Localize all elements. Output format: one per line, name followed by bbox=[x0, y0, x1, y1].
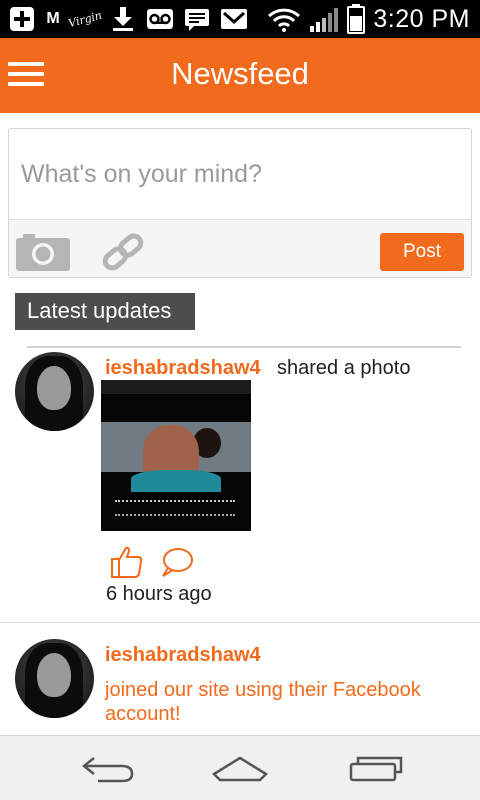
message-icon bbox=[183, 7, 211, 31]
divider bbox=[27, 346, 461, 348]
section-label: Latest updates bbox=[15, 293, 195, 330]
post-composer: Post bbox=[8, 128, 472, 278]
add-icon bbox=[8, 7, 36, 31]
page-title: Newsfeed bbox=[171, 56, 309, 91]
feed-action: shared a photo bbox=[277, 357, 411, 379]
back-icon[interactable] bbox=[78, 750, 138, 786]
battery-icon bbox=[347, 4, 366, 34]
comment-icon[interactable] bbox=[160, 547, 194, 579]
status-input[interactable] bbox=[9, 129, 471, 219]
voicemail-icon bbox=[146, 7, 174, 31]
avatar[interactable] bbox=[15, 639, 94, 718]
signal-icon bbox=[309, 7, 339, 32]
status-m-text: M bbox=[46, 10, 60, 27]
feed-username[interactable]: ieshabradshaw4 bbox=[105, 644, 261, 667]
status-time: 3:20 PM bbox=[373, 4, 470, 33]
email-icon bbox=[220, 7, 248, 31]
navigation-bar bbox=[0, 735, 480, 800]
like-icon[interactable] bbox=[110, 545, 144, 579]
feed-username[interactable]: ieshabradshaw4 bbox=[105, 357, 261, 380]
post-button[interactable]: Post bbox=[380, 233, 464, 271]
feed-action: joined our site using their Facebook acc… bbox=[105, 679, 421, 725]
avatar[interactable] bbox=[15, 352, 94, 431]
status-bar: M Virgin 3:20 PM bbox=[0, 0, 480, 38]
composer-toolbar: Post bbox=[9, 219, 471, 277]
status-virgin-text: Virgin bbox=[66, 8, 104, 30]
notification-icons: M Virgin bbox=[8, 5, 248, 33]
download-icon bbox=[109, 7, 137, 31]
camera-icon[interactable] bbox=[15, 232, 71, 272]
virgin-icon: Virgin bbox=[66, 7, 104, 31]
feed-separator bbox=[0, 622, 480, 623]
shared-photo[interactable] bbox=[101, 380, 251, 531]
gmail-m-icon: M bbox=[45, 7, 61, 31]
recent-apps-icon[interactable] bbox=[346, 750, 406, 786]
home-icon[interactable] bbox=[210, 750, 270, 786]
wifi-icon bbox=[267, 7, 301, 32]
link-icon[interactable] bbox=[99, 232, 147, 272]
feed-timestamp: 6 hours ago bbox=[106, 583, 212, 605]
app-bar: Newsfeed bbox=[0, 38, 480, 113]
system-status: 3:20 PM bbox=[267, 3, 470, 35]
